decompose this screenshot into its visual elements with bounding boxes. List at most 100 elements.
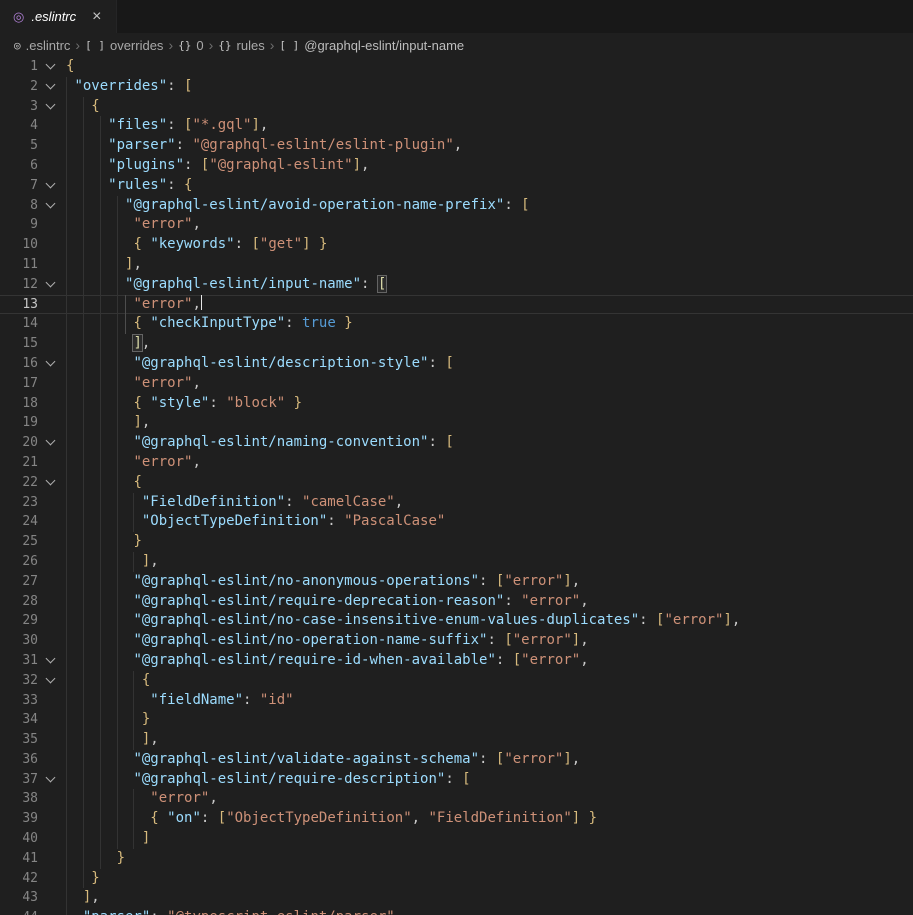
fold-chevron-icon[interactable] — [45, 357, 57, 369]
code-line[interactable]: 7 "rules": { — [0, 176, 913, 196]
code-line[interactable]: 13 "error", — [0, 295, 913, 315]
code-line[interactable]: 4 "files": ["*.gql"], — [0, 116, 913, 136]
line-number[interactable]: 4 — [0, 116, 38, 136]
line-number[interactable]: 30 — [0, 631, 38, 651]
code-line[interactable]: 37 "@graphql-eslint/require-description"… — [0, 770, 913, 790]
line-number[interactable]: 12 — [0, 275, 38, 295]
line-number[interactable]: 21 — [0, 453, 38, 473]
line-number[interactable]: 17 — [0, 374, 38, 394]
line-number[interactable]: 43 — [0, 888, 38, 908]
code-line[interactable]: 2 "overrides": [ — [0, 77, 913, 97]
line-number[interactable]: 26 — [0, 552, 38, 572]
code-line[interactable]: 24 "ObjectTypeDefinition": "PascalCase" — [0, 512, 913, 532]
line-number[interactable]: 6 — [0, 156, 38, 176]
code-line[interactable]: 25 } — [0, 532, 913, 552]
code-line[interactable]: 12 "@graphql-eslint/input-name": [ — [0, 275, 913, 295]
line-number[interactable]: 25 — [0, 532, 38, 552]
line-number[interactable]: 1 — [0, 57, 38, 77]
code-line[interactable]: 26 ], — [0, 552, 913, 572]
breadcrumb-item-rules[interactable]: {}rules — [218, 38, 264, 53]
line-number[interactable]: 22 — [0, 473, 38, 493]
code-line[interactable]: 35 ], — [0, 730, 913, 750]
line-number[interactable]: 34 — [0, 710, 38, 730]
fold-chevron-icon[interactable] — [45, 179, 57, 191]
line-number[interactable]: 31 — [0, 651, 38, 671]
line-number[interactable]: 3 — [0, 97, 38, 117]
line-number[interactable]: 36 — [0, 750, 38, 770]
code-line[interactable]: 34 } — [0, 710, 913, 730]
code-line[interactable]: 42 } — [0, 869, 913, 889]
breadcrumb-item--eslintrc[interactable]: ◎.eslintrc — [14, 38, 70, 53]
line-number[interactable]: 44 — [0, 908, 38, 915]
fold-chevron-icon[interactable] — [45, 199, 57, 211]
line-number[interactable]: 33 — [0, 691, 38, 711]
code-line[interactable]: 17 "error", — [0, 374, 913, 394]
line-number[interactable]: 40 — [0, 829, 38, 849]
tab-eslintrc[interactable]: ◎ .eslintrc × — [0, 0, 117, 33]
line-number[interactable]: 10 — [0, 235, 38, 255]
line-number[interactable]: 35 — [0, 730, 38, 750]
fold-chevron-icon[interactable] — [45, 436, 57, 448]
code-line[interactable]: 39 { "on": ["ObjectTypeDefinition", "Fie… — [0, 809, 913, 829]
code-line[interactable]: 27 "@graphql-eslint/no-anonymous-operati… — [0, 572, 913, 592]
line-number[interactable]: 15 — [0, 334, 38, 354]
line-number[interactable]: 29 — [0, 611, 38, 631]
code-line[interactable]: 14 { "checkInputType": true } — [0, 314, 913, 334]
line-number[interactable]: 39 — [0, 809, 38, 829]
fold-chevron-icon[interactable] — [45, 773, 57, 785]
fold-chevron-icon[interactable] — [45, 60, 57, 72]
code-line[interactable]: 44 "parser": "@typescript-eslint/parser" — [0, 908, 913, 915]
code-line[interactable]: 8 "@graphql-eslint/avoid-operation-name-… — [0, 196, 913, 216]
line-number[interactable]: 23 — [0, 493, 38, 513]
fold-chevron-icon[interactable] — [45, 100, 57, 112]
code-line[interactable]: 31 "@graphql-eslint/require-id-when-avai… — [0, 651, 913, 671]
line-number[interactable]: 37 — [0, 770, 38, 790]
line-number[interactable]: 27 — [0, 572, 38, 592]
code-line[interactable]: 43 ], — [0, 888, 913, 908]
code-line[interactable]: 16 "@graphql-eslint/description-style": … — [0, 354, 913, 374]
code-line[interactable]: 11 ], — [0, 255, 913, 275]
line-number[interactable]: 16 — [0, 354, 38, 374]
line-number[interactable]: 13 — [0, 295, 38, 315]
breadcrumb-item-overrides[interactable]: [ ]overrides — [85, 38, 163, 53]
line-number[interactable]: 8 — [0, 196, 38, 216]
line-number[interactable]: 9 — [0, 215, 38, 235]
code-line[interactable]: 22 { — [0, 473, 913, 493]
code-line[interactable]: 20 "@graphql-eslint/naming-convention": … — [0, 433, 913, 453]
code-line[interactable]: 18 { "style": "block" } — [0, 394, 913, 414]
line-number[interactable]: 7 — [0, 176, 38, 196]
fold-chevron-icon[interactable] — [45, 654, 57, 666]
line-number[interactable]: 11 — [0, 255, 38, 275]
code-editor[interactable]: 1{2 "overrides": [3 {4 "files": ["*.gql"… — [0, 57, 913, 915]
code-line[interactable]: 19 ], — [0, 413, 913, 433]
code-line[interactable]: 9 "error", — [0, 215, 913, 235]
close-icon[interactable]: × — [89, 9, 104, 25]
line-number[interactable]: 32 — [0, 671, 38, 691]
code-line[interactable]: 32 { — [0, 671, 913, 691]
code-line[interactable]: 23 "FieldDefinition": "camelCase", — [0, 493, 913, 513]
code-line[interactable]: 36 "@graphql-eslint/validate-against-sch… — [0, 750, 913, 770]
code-line[interactable]: 41 } — [0, 849, 913, 869]
line-number[interactable]: 2 — [0, 77, 38, 97]
code-line[interactable]: 15 ], — [0, 334, 913, 354]
code-line[interactable]: 5 "parser": "@graphql-eslint/eslint-plug… — [0, 136, 913, 156]
code-line[interactable]: 28 "@graphql-eslint/require-deprecation-… — [0, 592, 913, 612]
line-number[interactable]: 41 — [0, 849, 38, 869]
code-line[interactable]: 33 "fieldName": "id" — [0, 691, 913, 711]
line-number[interactable]: 5 — [0, 136, 38, 156]
line-number[interactable]: 19 — [0, 413, 38, 433]
line-number[interactable]: 14 — [0, 314, 38, 334]
code-line[interactable]: 30 "@graphql-eslint/no-operation-name-su… — [0, 631, 913, 651]
line-number[interactable]: 24 — [0, 512, 38, 532]
code-line[interactable]: 21 "error", — [0, 453, 913, 473]
fold-chevron-icon[interactable] — [45, 476, 57, 488]
code-line[interactable]: 40 ] — [0, 829, 913, 849]
code-line[interactable]: 6 "plugins": ["@graphql-eslint"], — [0, 156, 913, 176]
fold-chevron-icon[interactable] — [45, 278, 57, 290]
line-number[interactable]: 42 — [0, 869, 38, 889]
code-line[interactable]: 29 "@graphql-eslint/no-case-insensitive-… — [0, 611, 913, 631]
code-line[interactable]: 1{ — [0, 57, 913, 77]
code-line[interactable]: 38 "error", — [0, 789, 913, 809]
breadcrumb-item-0[interactable]: {}0 — [178, 38, 203, 53]
fold-chevron-icon[interactable] — [45, 80, 57, 92]
